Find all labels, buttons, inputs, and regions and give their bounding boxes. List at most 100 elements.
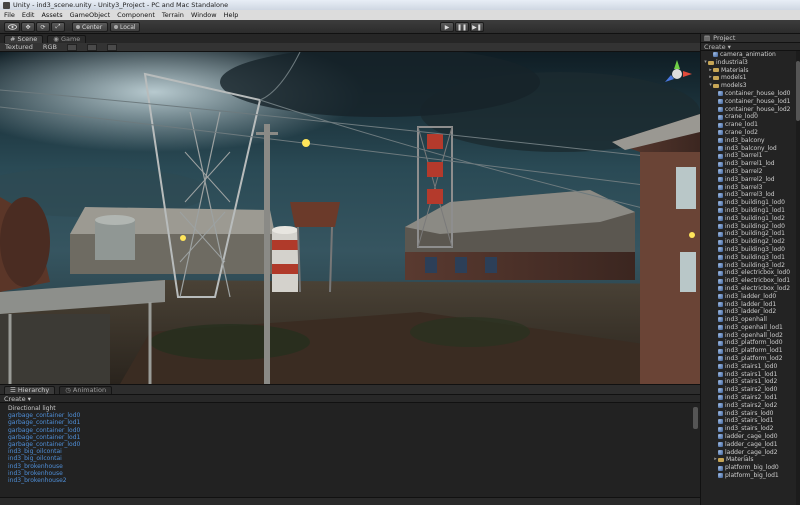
rotate-tool-button[interactable]: ⟳ xyxy=(36,22,50,32)
project-item[interactable]: ind3_building2_lod1 xyxy=(701,230,797,238)
project-item[interactable]: platform_big_lod0 xyxy=(701,464,797,472)
project-item[interactable]: platform_big_lod1 xyxy=(701,472,797,480)
hierarchy-item[interactable]: garbage_container_lod0 xyxy=(8,412,700,419)
project-item[interactable]: ind3_stairs2_lod2 xyxy=(701,402,797,410)
project-item[interactable]: ind3_building1_lod2 xyxy=(701,215,797,223)
project-item[interactable]: crane_lod1 xyxy=(701,121,797,129)
pause-button[interactable]: ❚❚ xyxy=(455,22,469,32)
project-item[interactable]: ind3_barrel3 xyxy=(701,184,797,192)
effects-toggle-button[interactable] xyxy=(86,43,97,51)
hierarchy-item[interactable]: ind3_big_oilcontai xyxy=(8,448,700,455)
lighting-toggle-button[interactable] xyxy=(66,43,77,51)
project-item[interactable]: ind3_building1_lod1 xyxy=(701,207,797,215)
project-item[interactable]: ind3_platform_lod1 xyxy=(701,347,797,355)
project-item[interactable]: ind3_electricbox_lod1 xyxy=(701,277,797,285)
space-local-toggle[interactable]: Local xyxy=(110,22,140,32)
project-item[interactable]: ▾ industrial3 xyxy=(701,59,797,67)
project-item[interactable]: ▸ models1 xyxy=(701,74,797,82)
project-item[interactable]: ind3_platform_lod2 xyxy=(701,355,797,363)
project-item[interactable]: container_house_lod2 xyxy=(701,106,797,114)
hierarchy-item[interactable]: garbage_container_lod1 xyxy=(8,419,700,426)
project-item[interactable]: ind3_stairs_lod2 xyxy=(701,425,797,433)
hierarchy-item[interactable]: garbage_container_lod0 xyxy=(8,441,700,448)
tab-scene[interactable]: # Scene xyxy=(4,34,44,43)
project-item[interactable]: ind3_ladder_lod2 xyxy=(701,308,797,316)
hierarchy-item[interactable]: ind3_brokenhouse xyxy=(8,470,700,477)
play-button[interactable]: ▶ xyxy=(440,22,454,32)
menu-gameobject[interactable]: GameObject xyxy=(70,11,111,19)
project-scroll-thumb[interactable] xyxy=(796,61,800,121)
project-item[interactable]: ind3_stairs1_lod1 xyxy=(701,371,797,379)
project-item[interactable]: ind3_building3_lod2 xyxy=(701,262,797,270)
hand-tool-button[interactable] xyxy=(4,22,20,32)
menu-file[interactable]: File xyxy=(4,11,15,19)
hierarchy-scrollbar[interactable] xyxy=(693,407,698,429)
project-item[interactable]: ind3_barrel2 xyxy=(701,168,797,176)
menu-window[interactable]: Window xyxy=(191,11,217,19)
hierarchy-item[interactable]: ind3_brokenhouse xyxy=(8,463,700,470)
tab-game[interactable]: ◉ Game xyxy=(47,34,87,43)
project-item[interactable]: ind3_building2_lod0 xyxy=(701,223,797,231)
menu-assets[interactable]: Assets xyxy=(41,11,62,19)
project-item[interactable]: ind3_stairs1_lod0 xyxy=(701,363,797,371)
project-item[interactable]: ind3_openhall xyxy=(701,316,797,324)
project-item[interactable]: ind3_barrel2_lod xyxy=(701,176,797,184)
project-item[interactable]: ind3_building1_lod0 xyxy=(701,199,797,207)
project-item[interactable]: crane_lod0 xyxy=(701,113,797,121)
hierarchy-item[interactable]: ind3_brokenhouse2 xyxy=(8,477,700,484)
menu-terrain[interactable]: Terrain xyxy=(162,11,184,19)
audio-toggle-button[interactable] xyxy=(106,43,117,51)
hierarchy-item[interactable]: garbage_container_lod0 xyxy=(8,427,700,434)
hierarchy-create-button[interactable]: Create ▾ xyxy=(4,395,31,403)
render-mode-dropdown[interactable]: Textured xyxy=(5,43,33,51)
move-tool-button[interactable]: ✥ xyxy=(21,22,35,32)
menu-edit[interactable]: Edit xyxy=(22,11,35,19)
project-item[interactable]: ind3_barrel1_lod xyxy=(701,160,797,168)
project-item[interactable]: ind3_stairs2_lod0 xyxy=(701,386,797,394)
project-item[interactable]: ▾ models3 xyxy=(701,82,797,90)
project-item[interactable]: ind3_balcony_lod xyxy=(701,145,797,153)
step-button[interactable]: ▶❚ xyxy=(470,22,484,32)
project-item[interactable]: ladder_cage_lod1 xyxy=(701,441,797,449)
project-item[interactable]: ind3_stairs_lod1 xyxy=(701,417,797,425)
project-item[interactable]: crane_lod2 xyxy=(701,129,797,137)
project-item[interactable]: ind3_stairs1_lod2 xyxy=(701,378,797,386)
project-item[interactable]: container_house_lod0 xyxy=(701,90,797,98)
project-item[interactable]: camera_animation xyxy=(701,51,797,59)
project-item[interactable]: container_house_lod1 xyxy=(701,98,797,106)
color-mode-dropdown[interactable]: RGB xyxy=(43,43,57,51)
pivot-center-toggle[interactable]: Center xyxy=(72,22,108,32)
project-item[interactable]: ind3_stairs_lod0 xyxy=(701,410,797,418)
project-item[interactable]: ind3_barrel1 xyxy=(701,152,797,160)
menu-help[interactable]: Help xyxy=(224,11,239,19)
hierarchy-item[interactable]: Directional light xyxy=(8,405,700,412)
project-item[interactable]: ind3_openhall_lod1 xyxy=(701,324,797,332)
project-item[interactable]: ind3_electricbox_lod2 xyxy=(701,285,797,293)
project-item[interactable]: ind3_building2_lod2 xyxy=(701,238,797,246)
project-item[interactable]: ind3_stairs2_lod1 xyxy=(701,394,797,402)
hierarchy-item[interactable]: ind3_big_oilcontai xyxy=(8,455,700,462)
project-scrollbar[interactable] xyxy=(796,51,800,505)
project-item[interactable]: ind3_building3_lod1 xyxy=(701,254,797,262)
menu-component[interactable]: Component xyxy=(117,11,155,19)
scene-viewport[interactable] xyxy=(0,52,700,384)
project-item[interactable]: ▸ Materials xyxy=(701,456,797,464)
tab-animation[interactable]: ◷ Animation xyxy=(59,385,113,394)
tab-hierarchy[interactable]: ☰ Hierarchy xyxy=(4,385,56,394)
tab-project[interactable]: Project xyxy=(713,34,735,42)
project-item[interactable]: ind3_electricbox_lod0 xyxy=(701,269,797,277)
project-item[interactable]: ind3_ladder_lod1 xyxy=(701,301,797,309)
project-item[interactable]: ▸ Materials xyxy=(701,67,797,75)
project-create-button[interactable]: Create ▾ xyxy=(704,43,731,51)
project-item[interactable]: ind3_barrel3_lod xyxy=(701,191,797,199)
project-item[interactable]: ind3_openhall_lod2 xyxy=(701,332,797,340)
project-item[interactable]: ind3_ladder_lod0 xyxy=(701,293,797,301)
project-item[interactable]: ladder_cage_lod2 xyxy=(701,449,797,457)
project-item[interactable]: ind3_building3_lod0 xyxy=(701,246,797,254)
hierarchy-item[interactable]: garbage_container_lod1 xyxy=(8,434,700,441)
scale-tool-button[interactable]: ⤢ xyxy=(51,22,65,32)
orientation-gizmo-icon[interactable] xyxy=(660,58,694,88)
project-item[interactable]: ind3_balcony xyxy=(701,137,797,145)
project-item[interactable]: ind3_platform_lod0 xyxy=(701,339,797,347)
project-item[interactable]: ladder_cage_lod0 xyxy=(701,433,797,441)
